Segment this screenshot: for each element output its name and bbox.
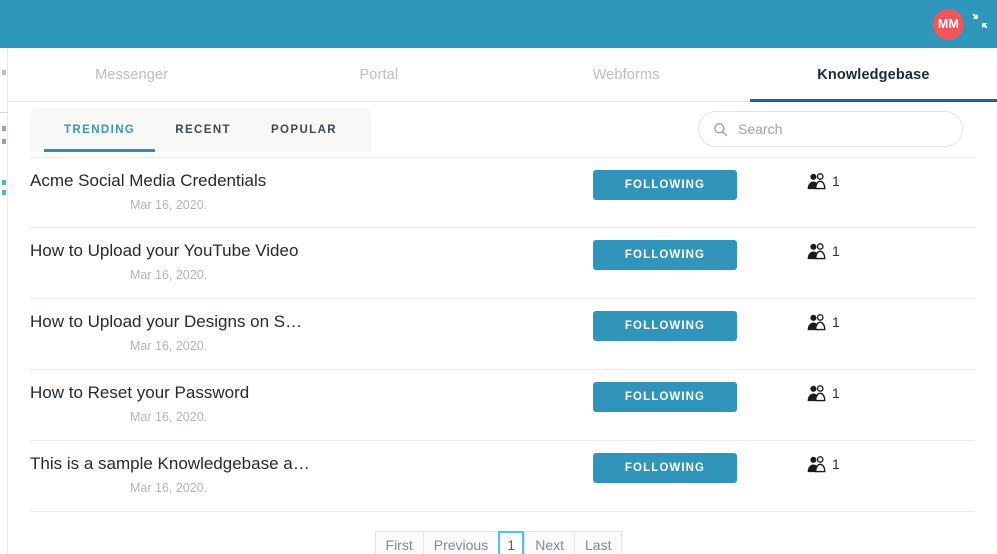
article-title[interactable]: How to Upload your Designs on S… (30, 311, 560, 333)
subscriber-cell: 1 (770, 370, 975, 402)
article-title[interactable]: How to Reset your Password (30, 382, 560, 404)
article-info: Acme Social Media Credentials Mar 16, 20… (30, 158, 560, 212)
article-date: Mar 16, 2020. (130, 339, 208, 353)
article-date: Mar 16, 2020. (130, 268, 208, 282)
article-info: How to Upload your YouTube Video Mar 16,… (30, 228, 560, 282)
gutter-mark (2, 190, 6, 195)
list-toolbar: TRENDING RECENT POPULAR (8, 103, 997, 157)
pagination-page-1[interactable]: 1 (498, 531, 525, 554)
article-date: Mar 16, 2020. (130, 410, 208, 424)
subscriber-cell: 1 (770, 228, 975, 260)
tab-portal[interactable]: Portal (255, 48, 502, 101)
top-header-bar: MM (8, 0, 997, 48)
users-group-icon (807, 385, 826, 402)
search-icon (714, 122, 728, 136)
collapse-arrows-icon[interactable] (971, 12, 989, 30)
gutter-mark (2, 139, 6, 144)
follow-cell: FOLLOWING (560, 370, 770, 412)
pagination-first[interactable]: First (374, 531, 423, 554)
search-input[interactable] (738, 121, 948, 137)
article-info: How to Upload your Designs on S… Mar 16,… (30, 299, 560, 353)
pagination: First Previous 1 Next Last (0, 531, 997, 554)
tab-webforms[interactable]: Webforms (503, 48, 750, 101)
gutter-mark (2, 126, 6, 131)
article-info: How to Reset your Password Mar 16, 2020. (30, 370, 560, 424)
subscriber-cell: 1 (770, 158, 975, 190)
following-button[interactable]: FOLLOWING (593, 382, 737, 412)
left-edge-gutter (0, 0, 8, 554)
subscriber-count: 1 (832, 243, 840, 259)
users-group-icon (807, 173, 826, 190)
following-button[interactable]: FOLLOWING (593, 240, 737, 270)
article-date: Mar 16, 2020. (130, 198, 208, 212)
users-group-icon (807, 243, 826, 260)
search-box[interactable] (698, 111, 963, 147)
pagination-next[interactable]: Next (524, 531, 574, 554)
table-row[interactable]: Acme Social Media Credentials Mar 16, 20… (30, 157, 975, 228)
follow-cell: FOLLOWING (560, 228, 770, 270)
table-row[interactable]: How to Reset your Password Mar 16, 2020.… (30, 370, 975, 441)
article-date: Mar 16, 2020. (130, 481, 208, 495)
table-row[interactable]: How to Upload your YouTube Video Mar 16,… (30, 228, 975, 299)
gutter-mark (2, 180, 6, 185)
subscriber-count: 1 (832, 456, 840, 472)
filter-tab-recent[interactable]: RECENT (155, 108, 251, 152)
subscriber-count: 1 (832, 314, 840, 330)
filter-tab-trending[interactable]: TRENDING (44, 108, 156, 152)
article-info: This is a sample Knowledgebase a… Mar 16… (30, 441, 560, 495)
subscriber-cell: 1 (770, 299, 975, 331)
knowledgebase-widget: MM Messenger Portal Webforms Knowledgeba… (0, 0, 997, 554)
subscriber-count: 1 (832, 385, 840, 401)
following-button[interactable]: FOLLOWING (593, 453, 737, 483)
article-list: Acme Social Media Credentials Mar 16, 20… (8, 157, 997, 554)
table-row[interactable]: This is a sample Knowledgebase a… Mar 16… (30, 441, 975, 512)
subscriber-count: 1 (832, 173, 840, 189)
tab-knowledgebase[interactable]: Knowledgebase (749, 48, 997, 102)
article-title[interactable]: Acme Social Media Credentials (30, 170, 560, 192)
gutter-divider (0, 112, 8, 113)
pagination-last[interactable]: Last (574, 531, 623, 554)
main-tabs: Messenger Portal Webforms Knowledgebase (8, 48, 997, 102)
avatar[interactable]: MM (933, 8, 964, 40)
follow-cell: FOLLOWING (560, 441, 770, 483)
tab-messenger[interactable]: Messenger (8, 48, 255, 101)
follow-cell: FOLLOWING (560, 299, 770, 341)
table-row[interactable]: How to Upload your Designs on S… Mar 16,… (30, 299, 975, 370)
users-group-icon (807, 314, 826, 331)
gutter-mark (2, 70, 6, 75)
filter-tabs: TRENDING RECENT POPULAR (30, 108, 371, 152)
users-group-icon (807, 456, 826, 473)
filter-tab-popular[interactable]: POPULAR (251, 108, 357, 152)
follow-cell: FOLLOWING (560, 158, 770, 200)
article-title[interactable]: This is a sample Knowledgebase a… (30, 453, 560, 475)
following-button[interactable]: FOLLOWING (593, 170, 737, 200)
following-button[interactable]: FOLLOWING (593, 311, 737, 341)
pagination-previous[interactable]: Previous (422, 531, 499, 554)
subscriber-cell: 1 (770, 441, 975, 473)
gutter-header-strip (0, 0, 8, 48)
article-title[interactable]: How to Upload your YouTube Video (30, 240, 560, 262)
